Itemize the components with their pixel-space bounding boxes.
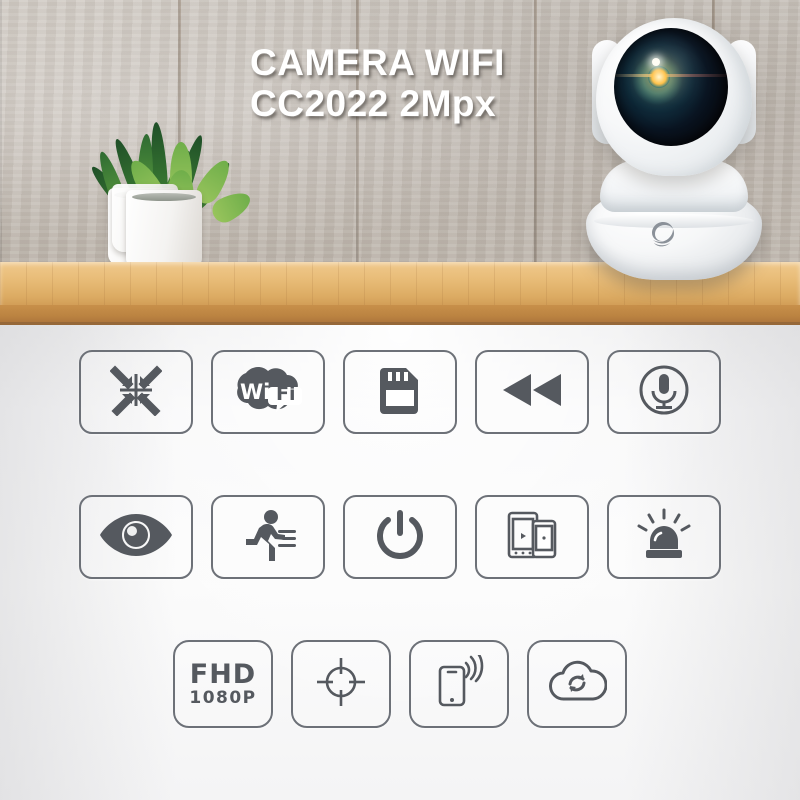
lens-highlight-dot: [652, 58, 660, 66]
power-icon: [376, 509, 424, 566]
feature-tile-target[interactable]: [291, 640, 391, 728]
feature-tile-cloud[interactable]: [527, 640, 627, 728]
feature-tile-alarm[interactable]: [607, 495, 721, 579]
fhd-label-bottom: 1080P: [189, 688, 257, 708]
feature-tile-compress[interactable]: [79, 350, 193, 434]
feature-tile-wifi[interactable]: Wi Fi: [211, 350, 325, 434]
swirl-logo-icon: [640, 216, 684, 250]
feature-tile-remote[interactable]: [409, 640, 509, 728]
feature-tile-power[interactable]: [343, 495, 457, 579]
phone-signal-icon: [432, 649, 486, 714]
feature-row-3: FHD 1080P: [0, 640, 800, 728]
product-banner: CAMERA WIFI CC2022 2Mpx Wi Fi FHD 1080P: [0, 0, 800, 800]
microphone-icon: [637, 363, 691, 422]
svg-text:Fi: Fi: [276, 383, 296, 405]
feature-row-1: Wi Fi: [0, 350, 800, 434]
running-person-motion-icon: [238, 509, 298, 566]
lens-flare: [648, 66, 670, 88]
fhd-1080p-badge: FHD 1080P: [189, 661, 256, 707]
fhd-label-top: FHD: [189, 659, 257, 690]
feature-tile-nightvision[interactable]: [79, 495, 193, 579]
cloud-sync-icon: [547, 658, 608, 711]
feature-tile-fhd[interactable]: FHD 1080P: [173, 640, 273, 728]
title-line-1: CAMERA WIFI: [250, 42, 505, 83]
feature-row-2: [0, 495, 800, 579]
wall-plank-seam: [356, 0, 359, 268]
wifi-logo-icon: Wi Fi: [226, 365, 310, 420]
tablet-phone-icon: [503, 509, 561, 566]
svg-text:Wi: Wi: [240, 380, 270, 404]
lens-flare-streak: [612, 74, 732, 77]
feature-tile-motion[interactable]: [211, 495, 325, 579]
feature-tile-multidevice[interactable]: [475, 495, 589, 579]
hero-scene: CAMERA WIFI CC2022 2Mpx: [0, 0, 800, 330]
plant-pot-right: [126, 190, 202, 270]
camera-lens: [614, 28, 728, 146]
feature-tile-sdcard[interactable]: [343, 350, 457, 434]
rewind-playback-icon: [501, 370, 563, 415]
title-line-2: CC2022 2Mpx: [250, 83, 497, 125]
sd-card-icon: [378, 364, 422, 421]
compress-arrows-icon: [109, 364, 163, 421]
feature-tile-microphone[interactable]: [607, 350, 721, 434]
feature-tile-rewind[interactable]: [475, 350, 589, 434]
page-title: CAMERA WIFI CC2022 2Mpx: [250, 42, 580, 125]
wall-plank-seam: [534, 0, 537, 268]
crosshair-target-icon: [315, 656, 367, 713]
feature-icon-panel: Wi Fi FHD 1080P: [0, 325, 800, 800]
siren-alarm-icon: [635, 508, 693, 567]
eye-icon: [99, 512, 173, 563]
